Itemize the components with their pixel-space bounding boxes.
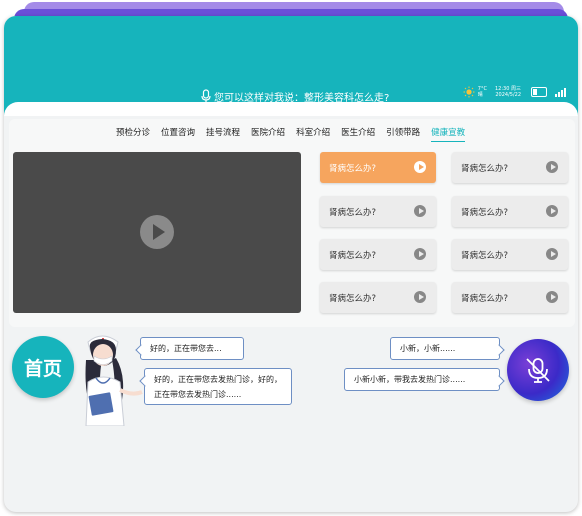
video-item[interactable]: 肾病怎么办? xyxy=(452,152,568,183)
play-icon xyxy=(414,161,426,173)
main-nav-tabs: 预检分诊 位置咨询 挂号流程 医院介绍 科室介绍 医生介绍 引领带路 健康宣教 xyxy=(116,126,466,142)
battery-icon xyxy=(531,87,547,97)
tab-doctor-intro[interactable]: 医生介绍 xyxy=(341,126,375,142)
video-item-label: 肾病怎么办? xyxy=(461,251,509,261)
tab-hospital-intro[interactable]: 医院介绍 xyxy=(251,126,285,142)
nurse-avatar xyxy=(85,335,143,426)
microphone-icon xyxy=(201,89,211,102)
mic-off-button[interactable] xyxy=(507,339,569,401)
status-bar: 7°C 晴 12:30 周三 2024/5/22 xyxy=(463,86,566,98)
video-item-label: 肾病怎么办? xyxy=(461,208,509,218)
clock-date: 2024/5/22 xyxy=(495,92,521,98)
user-message-text: 小新小新，带我去发热门诊...... xyxy=(354,375,466,384)
robot-reply-bubble: 好的，正在带您去发热门诊，好的，正在带您去发热门诊...... xyxy=(139,368,292,405)
play-icon xyxy=(546,248,558,260)
play-icon xyxy=(546,161,558,173)
voice-prompt-text: 您可以这样对我说：整形美容科怎么走? xyxy=(214,92,390,104)
home-button[interactable]: 首页 xyxy=(12,336,74,398)
user-message-bubble: 小新，小新...... xyxy=(390,337,505,360)
tab-registration[interactable]: 挂号流程 xyxy=(206,126,240,142)
header-curve xyxy=(4,102,578,116)
video-item[interactable]: 肾病怎么办? xyxy=(320,196,436,227)
video-item[interactable]: 肾病怎么办? xyxy=(452,196,568,227)
play-icon xyxy=(546,205,558,217)
play-icon xyxy=(414,205,426,217)
video-item[interactable]: 肾病怎么办? xyxy=(452,239,568,270)
sun-icon xyxy=(463,86,475,98)
video-item-label: 肾病怎么办? xyxy=(329,164,377,174)
tab-location[interactable]: 位置咨询 xyxy=(161,126,195,142)
video-item-label: 肾病怎么办? xyxy=(329,208,377,218)
clock-readout: 12:30 周三 2024/5/22 xyxy=(495,86,521,98)
mic-off-icon xyxy=(526,358,550,383)
video-item-label: 肾病怎么办? xyxy=(461,164,509,174)
video-item[interactable]: 肾病怎么办? xyxy=(320,152,436,183)
weather-condition: 晴 xyxy=(477,92,483,98)
weather-readout: 7°C 晴 xyxy=(478,86,487,98)
signal-icon xyxy=(555,87,566,97)
play-icon[interactable] xyxy=(140,215,174,249)
video-item-label: 肾病怎么办? xyxy=(329,294,377,304)
kiosk-screen: 您可以这样对我说：整形美容科怎么走? 7°C 晴 12:30 周三 2024/5… xyxy=(4,16,578,512)
tab-health-education[interactable]: 健康宣教 xyxy=(431,126,466,142)
video-item-label: 肾病怎么办? xyxy=(329,251,377,261)
tab-triage[interactable]: 预检分诊 xyxy=(116,126,150,142)
video-item-label: 肾病怎么办? xyxy=(461,294,509,304)
robot-reply-text: 好的，正在带您去... xyxy=(150,344,222,353)
play-icon xyxy=(414,248,426,260)
video-item[interactable]: 肾病怎么办? xyxy=(452,282,568,313)
user-message-text: 小新，小新...... xyxy=(400,344,456,353)
user-message-bubble: 小新小新，带我去发热门诊...... xyxy=(344,368,505,391)
robot-reply-bubble: 好的，正在带您去... xyxy=(135,337,244,360)
robot-reply-text: 好的，正在带您去发热门诊，好的，正在带您去发热门诊...... xyxy=(154,375,282,399)
video-item[interactable]: 肾病怎么办? xyxy=(320,239,436,270)
tab-guide[interactable]: 引领带路 xyxy=(386,126,420,142)
video-item[interactable]: 肾病怎么办? xyxy=(320,282,436,313)
play-icon xyxy=(546,291,558,303)
tab-department-intro[interactable]: 科室介绍 xyxy=(296,126,330,142)
play-icon xyxy=(414,291,426,303)
video-player[interactable] xyxy=(13,152,301,313)
voice-prompt: 您可以这样对我说：整形美容科怎么走? xyxy=(200,88,389,104)
